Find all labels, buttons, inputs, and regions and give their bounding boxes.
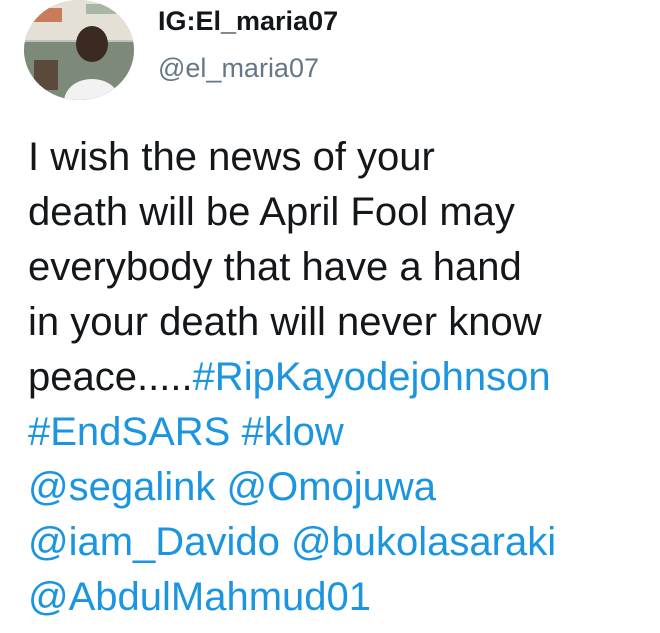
mention-link[interactable]: @bukolasaraki <box>291 520 556 564</box>
tweet-line: everybody that have a hand <box>28 245 522 289</box>
mention-link[interactable]: @iam_Davido <box>28 520 280 564</box>
tweet-line: #EndSARS #klow <box>28 405 648 460</box>
tweet-text-fragment: peace..... <box>28 355 193 399</box>
tweet-line: @segalink @Omojuwa <box>28 460 648 515</box>
tweet-line: peace.....#RipKayodejohnson <box>28 350 648 405</box>
author-display-name[interactable]: IG:El_maria07 <box>158 6 338 37</box>
tweet-line: @AbdulMahmud01 <box>28 570 648 625</box>
tweet-line: in your death will never know <box>28 300 542 344</box>
avatar[interactable] <box>24 0 134 100</box>
profile-photo-icon <box>24 0 134 100</box>
mention-link[interactable]: @AbdulMahmud01 <box>28 575 371 619</box>
author-handle[interactable]: @el_maria07 <box>158 53 319 84</box>
tweet-line: I wish the news of your <box>28 135 435 179</box>
mention-link[interactable]: @Omojuwa <box>227 465 437 509</box>
tweet-line: @iam_Davido @bukolasaraki <box>28 515 648 570</box>
tweet-line: death will be April Fool may <box>28 190 515 234</box>
mention-link[interactable]: @segalink <box>28 465 215 509</box>
tweet: IG:El_maria07 @el_maria07 I wish the new… <box>0 0 660 633</box>
hashtag-link[interactable]: #EndSARS <box>28 410 230 454</box>
tweet-text: I wish the news of your death will be Ap… <box>28 130 648 625</box>
hashtag-link[interactable]: #klow <box>241 410 343 454</box>
hashtag-link[interactable]: #RipKayodejohnson <box>193 355 551 399</box>
